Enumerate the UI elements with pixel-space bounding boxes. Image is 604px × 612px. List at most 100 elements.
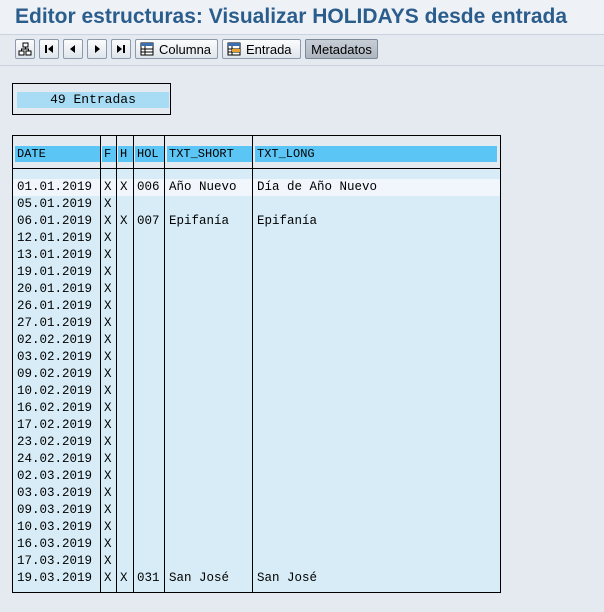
cell-date: 06.01.2019	[17, 214, 93, 228]
metadatos-button[interactable]: Metadatos	[305, 39, 378, 59]
column-divider	[164, 136, 165, 592]
table-row[interactable]: 19.01.2019 X	[13, 264, 500, 281]
entrada-button[interactable]: Entrada	[222, 39, 301, 59]
cell-f: X	[104, 299, 112, 313]
title-bar: Editor estructuras: Visualizar HOLIDAYS …	[0, 0, 604, 35]
table-row[interactable]: 02.03.2019 X	[13, 468, 500, 485]
table-row[interactable]: 27.01.2019 X	[13, 315, 500, 332]
cell-date: 10.02.2019	[17, 384, 93, 398]
cell-date: 19.03.2019	[17, 571, 93, 585]
cell-f: X	[104, 401, 112, 415]
cell-h: X	[120, 214, 128, 228]
cell-date: 16.02.2019	[17, 401, 93, 415]
cell-date: 13.01.2019	[17, 248, 93, 262]
cell-date: 17.02.2019	[17, 418, 93, 432]
cell-f: X	[104, 503, 112, 517]
table-row[interactable]: 09.02.2019 X	[13, 366, 500, 383]
table-row[interactable]: 23.02.2019 X	[13, 434, 500, 451]
table-row[interactable]: 02.02.2019 X	[13, 332, 500, 349]
table-row[interactable]: 03.02.2019 X	[13, 349, 500, 366]
table-row[interactable]: 16.03.2019 X	[13, 536, 500, 553]
entries-count-box: 49 Entradas	[12, 83, 171, 115]
header-f[interactable]: F	[102, 146, 116, 162]
table-row[interactable]: 03.03.2019 X	[13, 485, 500, 502]
cell-f: X	[104, 537, 112, 551]
cell-f: X	[104, 231, 112, 245]
table-row[interactable]: 09.03.2019 X	[13, 502, 500, 519]
application-toolbar: Columna Entrada Metadatos	[0, 35, 604, 66]
cell-date: 17.03.2019	[17, 554, 93, 568]
metadatos-label: Metadatos	[311, 41, 372, 57]
cell-date: 05.01.2019	[17, 197, 93, 211]
cell-date: 09.03.2019	[17, 503, 93, 517]
table-row[interactable]: 24.02.2019 X	[13, 451, 500, 468]
cell-date: 12.01.2019	[17, 231, 93, 245]
cell-date: 10.03.2019	[17, 520, 93, 534]
table-row[interactable]: 20.01.2019 X	[13, 281, 500, 298]
cell-hol: 006	[137, 180, 160, 194]
cell-txt-long: San José	[257, 571, 318, 585]
columna-button[interactable]: Columna	[135, 39, 218, 59]
table-row[interactable]: 26.01.2019 X	[13, 298, 500, 315]
table-row[interactable]: 13.01.2019 X	[13, 247, 500, 264]
cell-date: 03.02.2019	[17, 350, 93, 364]
cell-txt-short: Año Nuevo	[169, 180, 237, 194]
first-page-button[interactable]	[39, 39, 59, 59]
cell-f: X	[104, 486, 112, 500]
cell-date: 02.02.2019	[17, 333, 93, 347]
details-button[interactable]	[15, 39, 35, 59]
header-txt-long[interactable]: TXT_LONG	[255, 146, 497, 162]
cell-f: X	[104, 435, 112, 449]
table-row[interactable]: 16.02.2019 X	[13, 400, 500, 417]
previous-page-button[interactable]	[63, 39, 83, 59]
cell-f: X	[104, 452, 112, 466]
table-row[interactable]: 01.01.2019 X X 006 Año Nuevo Día de Año Nuevo	[13, 179, 500, 196]
cell-f: X	[104, 469, 112, 483]
header-hol[interactable]: HOL	[135, 146, 164, 162]
table-row[interactable]: 06.01.2019 X X 007 Epifanía Epifanía	[13, 213, 500, 230]
cell-date: 16.03.2019	[17, 537, 93, 551]
table-row[interactable]: 12.01.2019 X	[13, 230, 500, 247]
cell-f: X	[104, 265, 112, 279]
header-txt-short[interactable]: TXT_SHORT	[167, 146, 252, 162]
column-divider	[252, 136, 253, 592]
cell-h: X	[120, 180, 128, 194]
cell-date: 19.01.2019	[17, 265, 93, 279]
header-h[interactable]: H	[118, 146, 133, 162]
last-page-icon	[117, 45, 125, 53]
table-row[interactable]: 19.03.2019 X X 031 San José San José	[13, 570, 500, 587]
previous-page-icon	[70, 45, 75, 53]
cell-f: X	[104, 350, 112, 364]
table-column-icon	[140, 42, 154, 56]
cell-f: X	[104, 554, 112, 568]
next-page-button[interactable]	[87, 39, 107, 59]
cell-hol: 007	[137, 214, 160, 228]
cell-date: 27.01.2019	[17, 316, 93, 330]
column-divider	[116, 136, 117, 592]
entries-count: 49 Entradas	[17, 92, 169, 108]
entrada-label: Entrada	[246, 41, 292, 57]
cell-txt-long: Día de Año Nuevo	[257, 180, 378, 194]
details-icon	[18, 42, 32, 56]
cell-txt-long: Epifanía	[257, 214, 318, 228]
cell-date: 23.02.2019	[17, 435, 93, 449]
cell-f: X	[104, 367, 112, 381]
cell-date: 01.01.2019	[17, 180, 93, 194]
table-header-band: DATE F H HOL TXT_SHORT TXT_LONG	[13, 136, 500, 169]
cell-date: 24.02.2019	[17, 452, 93, 466]
column-divider	[133, 136, 134, 592]
header-date[interactable]: DATE	[15, 146, 100, 162]
table-row[interactable]: 05.01.2019 X	[13, 196, 500, 213]
table-row[interactable]: 17.03.2019 X	[13, 553, 500, 570]
cell-date: 03.03.2019	[17, 486, 93, 500]
cell-f: X	[104, 418, 112, 432]
cell-h: X	[120, 571, 128, 585]
results-table: DATE F H HOL TXT_SHORT TXT_LONG 01.01.20…	[12, 135, 501, 593]
cell-f: X	[104, 180, 112, 194]
columna-label: Columna	[159, 41, 212, 57]
cell-f: X	[104, 520, 112, 534]
last-page-button[interactable]	[111, 39, 131, 59]
table-row[interactable]: 10.03.2019 X	[13, 519, 500, 536]
table-row[interactable]: 10.02.2019 X	[13, 383, 500, 400]
table-row[interactable]: 17.02.2019 X	[13, 417, 500, 434]
